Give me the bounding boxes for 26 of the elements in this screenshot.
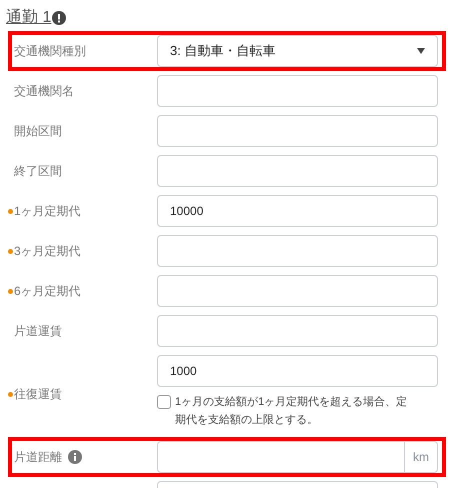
input-field[interactable]: 10000 (157, 195, 438, 227)
field-label: 片道運賃 (14, 323, 62, 340)
section-title: 通勤 1 (6, 8, 52, 28)
checkbox[interactable] (157, 395, 171, 409)
input-field[interactable] (157, 275, 438, 307)
input-field[interactable]: 1000 (157, 355, 438, 387)
field-label: 開始区間 (14, 123, 62, 140)
input-field[interactable] (157, 115, 438, 147)
unit-label: km (404, 442, 437, 472)
input-field[interactable] (157, 235, 438, 267)
field-label: 交通機関名 (14, 83, 74, 100)
field-label: 片道距離 (14, 449, 62, 466)
field-label: 3ヶ月定期代 (14, 243, 81, 260)
select-value: 3: 自動車・自転車 (170, 42, 276, 60)
field-label: 往復運賃 (14, 386, 62, 403)
field-label: 終了区間 (14, 163, 62, 180)
select-field[interactable]: 3: 自動車・自転車 (157, 35, 438, 67)
caret-icon (417, 48, 425, 54)
checkbox-label: 1ヶ月の支給額が1ヶ月定期代を超える場合、定期代を支給額の上限とする。 (175, 394, 408, 428)
field-label: 1ヶ月定期代 (14, 203, 81, 220)
field-label: 交通機関種別 (14, 43, 86, 60)
alert-icon (52, 10, 66, 24)
field-label: 6ヶ月定期代 (14, 283, 81, 300)
input-field[interactable] (157, 155, 438, 187)
input-field[interactable] (157, 315, 438, 347)
input-field[interactable] (157, 75, 438, 107)
